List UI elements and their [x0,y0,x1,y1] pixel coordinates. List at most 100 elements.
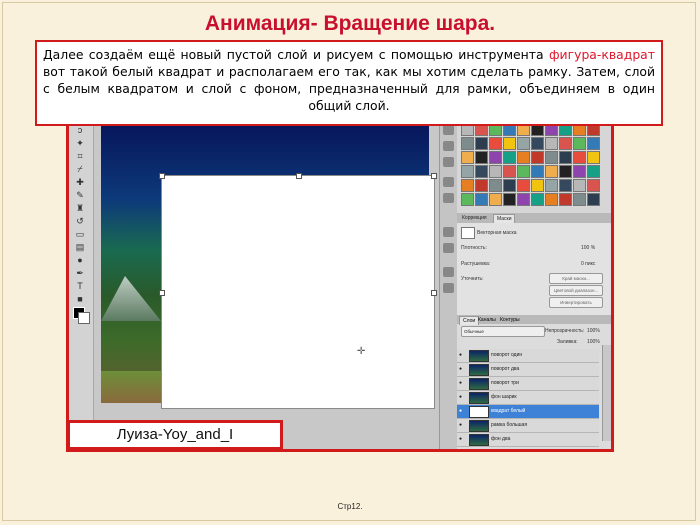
style-swatch[interactable] [573,151,586,164]
gradient-tool-icon[interactable]: ▤ [73,242,87,253]
style-swatch[interactable] [503,151,516,164]
layer-row[interactable]: ● фон два [457,433,599,447]
transform-handle[interactable] [296,173,302,179]
style-swatch[interactable] [587,193,600,206]
style-swatch[interactable] [573,165,586,178]
layer-row[interactable]: ● поворот два [457,363,599,377]
style-swatch[interactable] [559,179,572,192]
style-swatch[interactable] [475,151,488,164]
style-swatch[interactable] [559,193,572,206]
style-swatch[interactable] [573,137,586,150]
lasso-tool-icon[interactable]: ↄ [73,125,87,136]
visibility-eye-icon[interactable]: ● [459,422,467,430]
shape-tool-icon[interactable]: ■ [73,294,87,305]
tab-channels[interactable]: Каналы [475,316,499,324]
style-swatch[interactable] [489,179,502,192]
style-swatch[interactable] [531,165,544,178]
crop-tool-icon[interactable]: ⌗ [73,151,87,162]
style-swatch[interactable] [475,137,488,150]
tab-masks[interactable]: Маски [493,214,516,223]
style-swatch[interactable] [531,193,544,206]
style-swatch[interactable] [573,193,586,206]
eyedropper-tool-icon[interactable]: ⌿ [73,164,87,175]
fill-value[interactable]: 100% [587,339,600,345]
style-swatch[interactable] [545,165,558,178]
styles-swatch-grid[interactable] [461,123,607,211]
stamp-tool-icon[interactable]: ♜ [73,203,87,214]
layers-scrollbar[interactable] [602,345,611,441]
transform-handle[interactable] [431,173,437,179]
style-swatch[interactable] [517,179,530,192]
healing-tool-icon[interactable]: ✚ [73,177,87,188]
visibility-eye-icon[interactable]: ● [459,436,467,444]
style-swatch[interactable] [587,137,600,150]
magic-wand-tool-icon[interactable]: ✦ [73,138,87,149]
style-swatch[interactable] [545,179,558,192]
dock-icon[interactable] [443,283,454,293]
style-swatch[interactable] [545,137,558,150]
style-swatch[interactable] [461,137,474,150]
style-swatch[interactable] [587,165,600,178]
style-swatch[interactable] [475,179,488,192]
document-canvas[interactable]: ✛ [101,121,437,409]
layer-row[interactable]: ● фон шарик [457,391,599,405]
style-swatch[interactable] [531,179,544,192]
dock-icon[interactable] [443,193,454,203]
dodge-tool-icon[interactable]: ● [73,255,87,266]
style-swatch[interactable] [517,193,530,206]
text-tool-icon[interactable]: T [73,281,87,292]
style-swatch[interactable] [573,179,586,192]
eraser-tool-icon[interactable]: ▭ [73,229,87,240]
blend-mode-select[interactable]: Обычные [461,326,545,337]
brush-tool-icon[interactable]: ✎ [73,190,87,201]
dock-icon[interactable] [443,141,454,151]
style-swatch[interactable] [517,165,530,178]
style-swatch[interactable] [475,165,488,178]
style-swatch[interactable] [587,151,600,164]
white-square-shape[interactable]: ✛ [159,173,437,409]
style-swatch[interactable] [503,193,516,206]
mask-edge-button[interactable]: Край маски... [549,273,603,284]
pen-tool-icon[interactable]: ✒ [73,268,87,279]
style-swatch[interactable] [531,137,544,150]
style-swatch[interactable] [489,151,502,164]
transform-handle[interactable] [431,290,437,296]
style-swatch[interactable] [489,137,502,150]
dock-icon[interactable] [443,125,454,135]
tab-adjustments[interactable]: Коррекция [459,214,490,222]
visibility-eye-icon[interactable]: ● [459,394,467,402]
style-swatch[interactable] [559,151,572,164]
style-swatch[interactable] [503,137,516,150]
feather-value[interactable]: 0 пикс [581,261,595,267]
visibility-eye-icon[interactable]: ● [459,366,467,374]
style-swatch[interactable] [503,179,516,192]
style-swatch[interactable] [461,193,474,206]
history-brush-tool-icon[interactable]: ↺ [73,216,87,227]
dock-icon[interactable] [443,267,454,277]
style-swatch[interactable] [587,179,600,192]
style-swatch[interactable] [489,165,502,178]
style-swatch[interactable] [559,137,572,150]
layer-row[interactable]: ● поворот три [457,377,599,391]
style-swatch[interactable] [531,151,544,164]
style-swatch[interactable] [461,151,474,164]
opacity-value[interactable]: 100% [587,328,600,334]
style-swatch[interactable] [503,165,516,178]
style-swatch[interactable] [559,165,572,178]
visibility-eye-icon[interactable]: ● [459,352,467,360]
color-range-button[interactable]: Цветовой диапазон... [549,285,603,296]
transform-handle[interactable] [159,290,165,296]
background-color-swatch[interactable] [78,312,90,324]
style-swatch[interactable] [475,193,488,206]
dock-icon[interactable] [443,177,454,187]
style-swatch[interactable] [461,165,474,178]
visibility-eye-icon[interactable]: ● [459,380,467,388]
dock-icon[interactable] [443,227,454,237]
invert-button[interactable]: Инвертировать [549,297,603,308]
style-swatch[interactable] [489,193,502,206]
transform-handle[interactable] [159,173,165,179]
visibility-eye-icon[interactable]: ● [459,408,467,416]
style-swatch[interactable] [545,151,558,164]
density-value[interactable]: 100 % [581,245,595,251]
dock-icon[interactable] [443,243,454,253]
